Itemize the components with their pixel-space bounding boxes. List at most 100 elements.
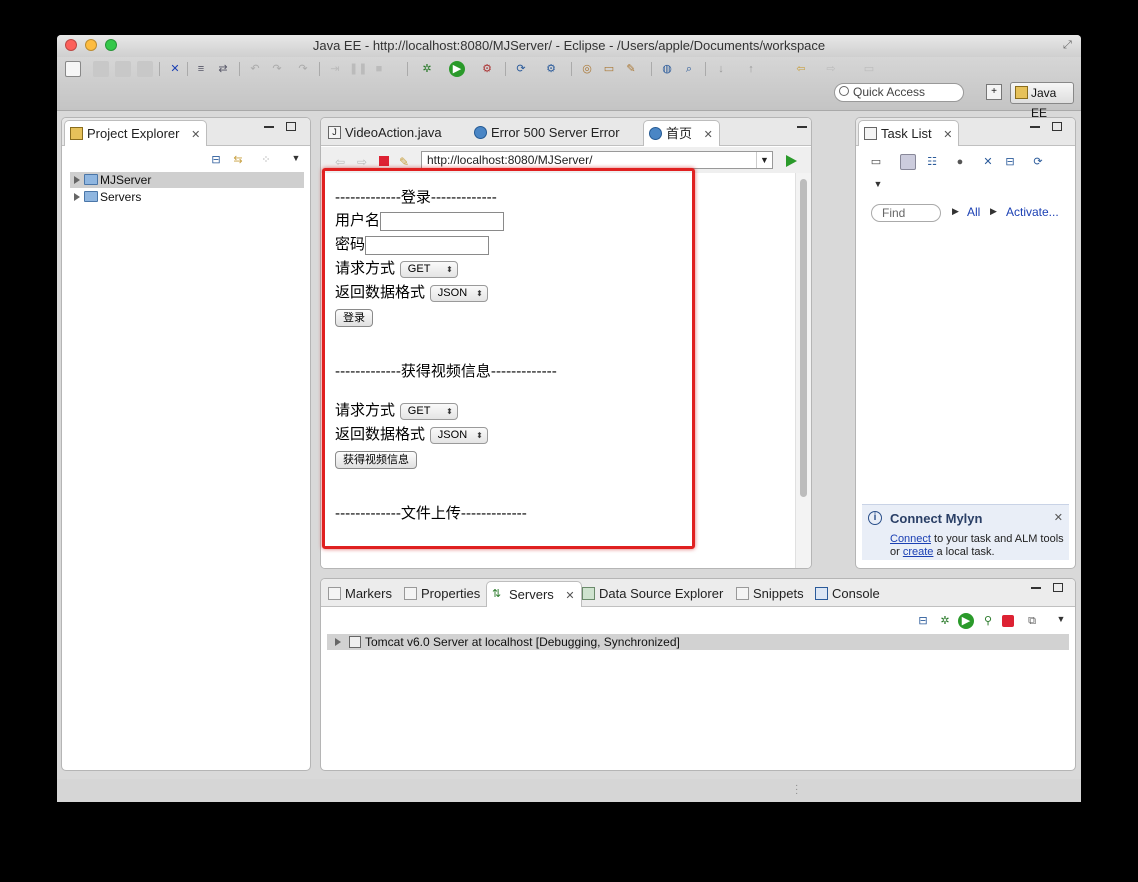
page-scrollbar[interactable] [795, 173, 811, 568]
minimize-icon[interactable] [797, 126, 807, 128]
tab-videoaction-java[interactable]: J VideoAction.java [323, 120, 448, 146]
debug-icon[interactable]: ✲ [419, 61, 435, 77]
method-select[interactable]: GET ⬍ [399, 260, 458, 278]
pin-icon[interactable]: ▭ [861, 61, 877, 77]
categorized-icon[interactable] [900, 154, 916, 170]
expand-arrow-icon[interactable] [74, 193, 80, 201]
search-icon[interactable]: ⌕ [681, 61, 697, 77]
url-input[interactable]: http://localhost:8080/MJServer/ ▼ [421, 151, 773, 169]
globe-icon[interactable]: ◍ [659, 61, 675, 77]
all-link[interactable]: All [967, 205, 980, 219]
pen-icon[interactable]: ✎ [623, 61, 639, 77]
activate-link[interactable]: Activate... [1006, 205, 1059, 219]
redo-icon[interactable]: ↷ [269, 61, 285, 77]
tab-snippets[interactable]: Snippets [731, 581, 810, 607]
video-format-select[interactable]: JSON ⬍ [429, 426, 488, 444]
new-icon[interactable] [65, 61, 81, 77]
get-video-info-button[interactable]: 获得视频信息 [335, 451, 417, 469]
profile-server-icon[interactable]: ⚲ [980, 613, 996, 629]
tab-home[interactable]: 首页 ✕ [643, 120, 720, 146]
collapse-all-icon[interactable]: ⊟ [1002, 154, 1018, 170]
open-folder-icon[interactable]: ▭ [601, 61, 617, 77]
next-annotation-icon[interactable]: ↓ [713, 61, 729, 77]
suspend-icon[interactable]: ❚❚ [349, 61, 367, 77]
create-link[interactable]: create [903, 546, 934, 558]
maximize-icon[interactable] [1053, 583, 1063, 592]
start-server-icon[interactable]: ▶ [958, 613, 974, 629]
run-icon[interactable]: ▶ [449, 61, 465, 77]
refactor-icon[interactable]: ⇄ [215, 61, 231, 77]
focus-icon[interactable]: ● [952, 154, 968, 170]
quick-access-input[interactable]: Quick Access [834, 83, 964, 102]
filter-icon[interactable]: ⁘ [258, 152, 274, 168]
tab-properties[interactable]: Properties [399, 581, 486, 607]
connect-link[interactable]: Connect [890, 533, 931, 545]
save-all-icon[interactable] [115, 61, 131, 77]
prev-annotation-icon[interactable]: ↑ [743, 61, 759, 77]
tab-error-500[interactable]: Error 500 Server Error [469, 120, 626, 146]
view-menu-icon[interactable]: ▼ [288, 150, 304, 166]
tab-servers[interactable]: ⇅ Servers ✕ [486, 581, 582, 607]
tab-project-explorer[interactable]: Project Explorer ✕ [64, 120, 208, 146]
close-icon[interactable]: ✕ [565, 590, 574, 602]
open-type-icon[interactable]: ◎ [579, 61, 595, 77]
save-icon[interactable] [93, 61, 109, 77]
new-task-icon[interactable]: ▭ [868, 154, 884, 170]
back-icon[interactable]: ⇦ [793, 61, 809, 77]
scrollbar-thumb[interactable] [800, 179, 807, 497]
collapse-all-icon[interactable]: ⊟ [915, 613, 931, 629]
view-menu-icon[interactable]: ▼ [1053, 611, 1069, 627]
close-icon[interactable]: ✕ [943, 129, 952, 141]
server-row-tomcat[interactable]: Tomcat v6.0 Server at localhost [Debuggi… [327, 634, 1069, 650]
close-icon[interactable]: ✕ [704, 129, 713, 141]
video-method-select[interactable]: GET ⬍ [399, 402, 458, 420]
new-server-icon[interactable]: ⚙ [543, 61, 559, 77]
debug-server-icon[interactable]: ✲ [937, 613, 953, 629]
skip-breakpoints-icon[interactable]: ✕ [167, 61, 183, 77]
minimize-icon[interactable] [264, 126, 274, 128]
open-task-icon[interactable]: ≡ [193, 61, 209, 77]
redo-alt-icon[interactable]: ↷ [295, 61, 311, 77]
format-select[interactable]: JSON ⬍ [429, 284, 488, 302]
password-input[interactable] [365, 235, 490, 255]
expand-arrow-icon[interactable] [74, 176, 80, 184]
login-button[interactable]: 登录 [335, 309, 373, 327]
fullscreen-icon[interactable]: ⤢ [1063, 39, 1075, 51]
username-input[interactable] [380, 211, 505, 231]
link-with-editor-icon[interactable]: ⇆ [230, 152, 246, 168]
expand-arrow-icon[interactable] [335, 638, 341, 646]
close-icon[interactable]: ✕ [191, 129, 200, 141]
open-perspective-icon[interactable]: + [986, 84, 1002, 100]
forward-icon[interactable]: ⇨ [357, 155, 367, 169]
find-input[interactable]: Find [871, 204, 941, 222]
step-into-icon[interactable]: ⇥ [327, 61, 343, 77]
tab-console[interactable]: Console [810, 581, 886, 607]
terminate-icon[interactable]: ■ [371, 61, 387, 77]
external-tools-icon[interactable]: ⚙ [479, 61, 495, 77]
view-menu-icon[interactable]: ▼ [870, 176, 886, 192]
forward-icon[interactable]: ⇨ [823, 61, 839, 77]
collapse-icon[interactable]: ✕ [980, 154, 996, 170]
tab-task-list[interactable]: Task List ✕ [858, 120, 960, 146]
maximize-icon[interactable] [1052, 122, 1062, 131]
minimize-icon[interactable] [1031, 587, 1041, 589]
tree-item-mjserver[interactable]: MJServer [70, 172, 304, 188]
refresh-icon[interactable]: ✎ [399, 155, 409, 169]
status-grip-icon[interactable]: · · · [795, 781, 798, 799]
publish-icon[interactable]: ⧉ [1024, 613, 1040, 629]
perspective-java-ee-button[interactable]: Java EE [1010, 82, 1074, 120]
stop-server-icon[interactable] [1002, 615, 1014, 627]
scheduled-icon[interactable]: ☷ [924, 154, 940, 170]
go-icon[interactable] [786, 155, 797, 167]
tab-data-source-explorer[interactable]: Data Source Explorer [577, 581, 729, 607]
close-icon[interactable]: ✕ [1054, 511, 1063, 524]
tab-markers[interactable]: Markers [323, 581, 398, 607]
maximize-icon[interactable] [286, 122, 296, 131]
stop-icon[interactable] [379, 156, 389, 166]
synchronize-icon[interactable]: ⟳ [1030, 154, 1046, 170]
tree-item-servers[interactable]: Servers [70, 189, 141, 205]
url-dropdown-icon[interactable]: ▼ [756, 152, 772, 168]
undo-icon[interactable]: ↶ [247, 61, 263, 77]
back-icon[interactable]: ⇦ [335, 155, 345, 169]
server-icon[interactable]: ⟳ [513, 61, 529, 77]
